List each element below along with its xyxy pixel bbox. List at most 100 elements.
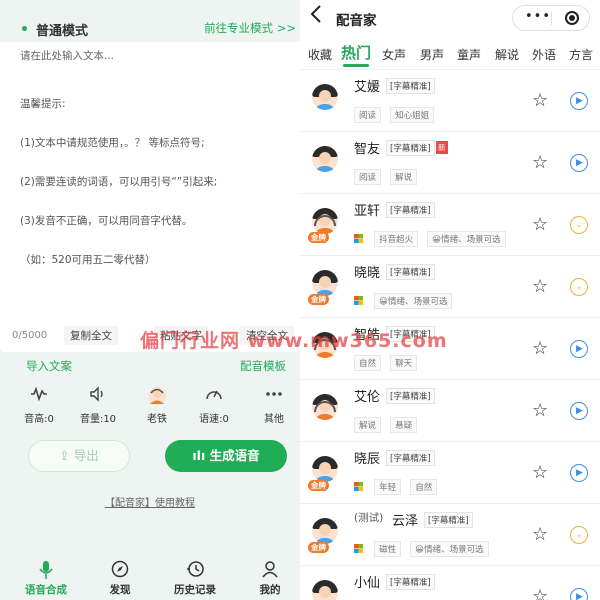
voice-tags: 解说 悬疑 <box>354 414 421 433</box>
tab-discover[interactable]: 发现 <box>92 560 148 597</box>
import-text-link[interactable]: 导入文案 <box>26 358 72 374</box>
tab-history[interactable]: 历史记录 <box>167 560 223 597</box>
tab-dialect[interactable]: 方言 <box>569 46 593 63</box>
mode-bar: 普通模式 前往专业模式 >> <box>10 14 300 42</box>
tab-synthesis[interactable]: 语音合成 <box>18 560 74 597</box>
page-title: 配音家 <box>336 13 377 29</box>
tab-child[interactable]: 童声 <box>457 46 481 63</box>
close-target-icon[interactable] <box>565 11 579 25</box>
voice-row[interactable]: 金牌 晓辰 [字幕精准] 年轻 自然 ☆ ▶ <box>300 442 600 504</box>
speed-control[interactable]: 语速:0 <box>192 386 236 425</box>
play-icon[interactable]: ▶ <box>570 588 588 600</box>
tutorial-link[interactable]: 【配音家】使用教程 <box>0 494 300 509</box>
voice-name: 智友 <box>354 142 381 157</box>
favorite-star-icon[interactable]: ☆ <box>532 400 548 421</box>
subtitle-badge: [字幕精准] <box>386 574 435 590</box>
bottom-tab-bar: 语音合成 发现 历史记录 我的 <box>0 556 300 600</box>
favorite-star-icon[interactable]: ☆ <box>532 90 548 111</box>
mode-title: 普通模式 <box>36 24 89 39</box>
back-arrow-icon[interactable] <box>310 4 322 29</box>
favorite-star-icon[interactable]: ☆ <box>532 586 548 600</box>
favorite-star-icon[interactable]: ☆ <box>532 276 548 297</box>
subtitle-badge: [字幕精准] <box>386 264 435 280</box>
voice-tag: 😀情绪、场景可选 <box>374 292 453 309</box>
voice-tag: 年轻 <box>374 478 402 495</box>
voice-tags: 磁性 😀情绪、场景可选 <box>354 538 493 557</box>
tab-favorites[interactable]: 收藏 <box>308 46 332 63</box>
voice-tag: 自然 <box>354 354 382 371</box>
favorite-star-icon[interactable]: ☆ <box>532 152 548 173</box>
tab-male[interactable]: 男声 <box>420 46 444 63</box>
other-label: 其他 <box>264 414 284 425</box>
chevron-down-icon[interactable]: ⌄ <box>570 526 588 544</box>
generate-voice-button[interactable]: ılı 生成语音 <box>165 440 287 472</box>
voice-name-label: 老铁 <box>147 414 167 425</box>
tab-mine[interactable]: 我的 <box>242 560 298 597</box>
play-icon[interactable]: ▶ <box>570 464 588 482</box>
voice-tags: 😀情绪、场景可选 <box>354 290 456 309</box>
voice-tag: 悬疑 <box>390 416 418 433</box>
microsoft-icon <box>354 234 363 243</box>
tab-female[interactable]: 女声 <box>382 46 406 63</box>
play-icon[interactable]: ▶ <box>570 154 588 172</box>
tips-line: 温馨提示: <box>20 98 66 110</box>
voice-select-control[interactable]: 老铁 <box>135 386 179 425</box>
voice-avatar-icon <box>135 386 179 408</box>
tab-narration[interactable]: 解说 <box>495 46 519 63</box>
voice-row[interactable]: 金牌 亚轩 [字幕精准] 抖音超火 😀情绪、场景可选 ☆ ⌄ <box>300 194 600 256</box>
voice-row[interactable]: 智友 [字幕精准] 新 阅读 解说 ☆ ▶ <box>300 132 600 194</box>
favorite-star-icon[interactable]: ☆ <box>532 338 548 359</box>
favorite-star-icon[interactable]: ☆ <box>532 214 548 235</box>
subtitle-badge: [字幕精准] <box>386 388 435 404</box>
tab-popular[interactable]: 热门 <box>341 42 371 63</box>
headset-avatar-icon <box>312 208 338 234</box>
volume-label: 音量:10 <box>79 414 117 425</box>
gold-badge: 金牌 <box>308 294 329 305</box>
tab-foreign[interactable]: 外语 <box>532 46 556 63</box>
voice-row[interactable]: 艾媛 [字幕精准] 阅读 知心姐姐 ☆ ▶ <box>300 70 600 132</box>
new-badge: 新 <box>436 141 448 154</box>
export-icon: ⇪ <box>59 448 70 463</box>
pitch-control[interactable]: 音高:0 <box>17 386 61 425</box>
speedometer-icon <box>192 386 236 408</box>
tips-line: (3)发音不正确，可以用同音字代替。 <box>20 215 193 227</box>
play-icon[interactable]: ▶ <box>570 402 588 420</box>
text-editor[interactable]: 请在此处输入文本... 温馨提示: (1)文本中请规范使用，。？ 等标点符号; … <box>0 42 300 352</box>
voice-row[interactable]: 金牌 晓晓 [字幕精准] 😀情绪、场景可选 ☆ ⌄ <box>300 256 600 318</box>
favorite-star-icon[interactable]: ☆ <box>532 462 548 483</box>
gold-badge: 金牌 <box>308 232 329 243</box>
microsoft-icon <box>354 544 363 553</box>
export-button[interactable]: ⇪ 导出 <box>28 440 130 472</box>
voice-row[interactable]: 艾伦 [字幕精准] 解说 悬疑 ☆ ▶ <box>300 380 600 442</box>
voice-tag: 知心姐姐 <box>390 106 435 123</box>
copy-all-button[interactable]: 复制全文 <box>64 326 118 345</box>
subtitle-badge: [字幕精准] <box>386 78 435 94</box>
volume-control[interactable]: 音量:10 <box>76 386 120 425</box>
tips-line: (1)文本中请规范使用，。？ 等标点符号; <box>20 137 205 149</box>
synthesis-panel: 普通模式 前往专业模式 >> 请在此处输入文本... 温馨提示: (1)文本中请… <box>0 0 300 600</box>
tab-label: 发现 <box>109 584 131 596</box>
compass-icon <box>92 560 148 582</box>
dub-template-link[interactable]: 配音模板 <box>240 358 286 374</box>
chevron-down-icon[interactable]: ⌄ <box>570 278 588 296</box>
voice-name: 亚轩 <box>354 204 381 219</box>
more-dots-icon[interactable]: ••• <box>525 9 551 24</box>
more-icon <box>252 386 296 408</box>
play-icon[interactable]: ▶ <box>570 92 588 110</box>
voice-tag: 抖音超火 <box>374 230 419 247</box>
play-icon[interactable]: ▶ <box>570 340 588 358</box>
pro-mode-link[interactable]: 前往专业模式 >> <box>204 20 296 36</box>
voice-tags: 年轻 自然 <box>354 476 441 495</box>
generate-label: 生成语音 <box>209 448 260 463</box>
voice-row[interactable]: 金牌 (测试) 云泽 [字幕精准] 磁性 😀情绪、场景可选 ☆ ⌄ <box>300 504 600 566</box>
chevron-down-icon[interactable]: ⌄ <box>570 216 588 234</box>
other-control[interactable]: 其他 <box>252 386 296 425</box>
female-avatar-icon <box>312 84 338 110</box>
voice-tag: 解说 <box>390 168 418 185</box>
category-tabs: 收藏 热门 女声 男声 童声 解说 外语 方言 <box>300 36 600 70</box>
voice-tag: 😀情绪、场景可选 <box>427 230 506 247</box>
favorite-star-icon[interactable]: ☆ <box>532 524 548 545</box>
voice-row[interactable]: 小仙 [字幕精准] ☆ ▶ <box>300 566 600 600</box>
capsule-divider <box>551 12 552 25</box>
voice-tag: 解说 <box>354 416 382 433</box>
